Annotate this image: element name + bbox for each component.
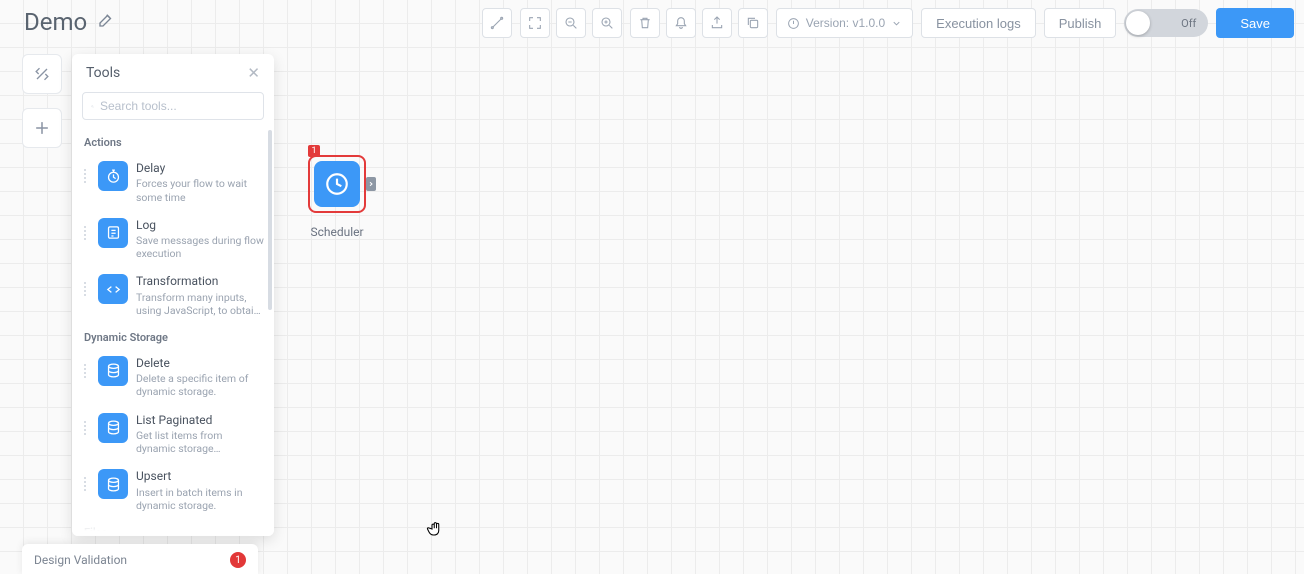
export-button[interactable]: [702, 8, 732, 38]
delete-button[interactable]: [630, 8, 660, 38]
tool-name: Delay: [136, 161, 264, 175]
version-label: Version: v1.0.0: [806, 16, 885, 30]
add-rail-button[interactable]: [22, 108, 62, 148]
save-button[interactable]: Save: [1216, 8, 1294, 38]
tool-desc: Get list items from dynamic storage pagi…: [136, 429, 264, 455]
drag-handle-icon[interactable]: [84, 274, 90, 296]
toolbar-group-zoom: [520, 8, 622, 38]
edit-title-icon[interactable]: [97, 11, 115, 33]
database-icon: [98, 469, 128, 499]
grab-cursor-icon: [426, 520, 444, 542]
tool-desc: Transform many inputs, using JavaScript,…: [136, 291, 264, 317]
publish-button[interactable]: Publish: [1044, 8, 1117, 38]
toggle-label: Off: [1181, 17, 1196, 30]
tools-rail-button[interactable]: [22, 54, 62, 94]
search-input[interactable]: [100, 99, 255, 113]
section-actions: Actions: [82, 130, 266, 155]
drag-handle-icon[interactable]: [84, 161, 90, 183]
notifications-button[interactable]: [666, 8, 696, 38]
database-icon: [98, 413, 128, 443]
tool-desc: Save messages during flow execution: [136, 234, 264, 260]
tool-desc: Forces your flow to wait some time: [136, 177, 264, 203]
list-fade: [72, 510, 274, 536]
tool-item-delete[interactable]: Delete Delete a specific item of dynamic…: [82, 350, 266, 407]
scrollbar-thumb[interactable]: [268, 130, 272, 310]
canvas-node-scheduler[interactable]: 1 Scheduler: [308, 155, 366, 239]
tools-panel-title: Tools: [86, 65, 120, 81]
code-icon: [98, 274, 128, 304]
title-bar: Demo: [24, 8, 115, 36]
tool-name: Upsert: [136, 469, 264, 483]
tools-panel: Tools ✕ Actions Delay Forces your flow t…: [72, 54, 274, 536]
tool-desc: Insert in batch items in dynamic storage…: [136, 486, 264, 512]
tool-item-log[interactable]: Log Save messages during flow execution: [82, 212, 266, 269]
drag-handle-icon[interactable]: [84, 413, 90, 435]
drag-handle-icon[interactable]: [84, 469, 90, 491]
tool-desc: Delete a specific item of dynamic storag…: [136, 372, 264, 398]
drag-handle-icon[interactable]: [84, 356, 90, 378]
node-output-port[interactable]: [366, 177, 376, 191]
validation-count-badge: 1: [230, 552, 246, 568]
tool-name: List Paginated: [136, 413, 264, 427]
search-icon: [91, 100, 94, 113]
design-validation-bar[interactable]: Design Validation 1: [22, 544, 258, 574]
node-label: Scheduler: [308, 225, 366, 239]
toggle-knob: [1126, 11, 1150, 35]
left-rail: [22, 54, 62, 148]
version-selector[interactable]: Version: v1.0.0: [776, 8, 913, 38]
tool-item-transformation[interactable]: Transformation Transform many inputs, us…: [82, 268, 266, 325]
connector-tool-button[interactable]: [482, 8, 512, 38]
drag-handle-icon[interactable]: [84, 218, 90, 240]
tool-name: Transformation: [136, 274, 264, 288]
chevron-down-icon: [891, 18, 902, 29]
tool-name: Log: [136, 218, 264, 232]
section-dynamic-storage: Dynamic Storage: [82, 325, 266, 350]
clock-icon: [98, 161, 128, 191]
top-toolbar: Version: v1.0.0 Execution logs Publish O…: [482, 8, 1294, 38]
zoom-in-button[interactable]: [592, 8, 622, 38]
fit-view-button[interactable]: [520, 8, 550, 38]
scheduler-icon: [314, 161, 360, 207]
database-icon: [98, 356, 128, 386]
close-icon[interactable]: ✕: [247, 64, 260, 82]
toolbar-group-edit: [482, 8, 512, 38]
toolbar-group-misc: [630, 8, 768, 38]
tool-name: Delete: [136, 356, 264, 370]
log-icon: [98, 218, 128, 248]
tools-list[interactable]: Actions Delay Forces your flow to wait s…: [72, 130, 274, 536]
flow-title: Demo: [24, 8, 87, 36]
execution-logs-button[interactable]: Execution logs: [921, 8, 1036, 38]
tool-item-list-paginated[interactable]: List Paginated Get list items from dynam…: [82, 407, 266, 464]
zoom-out-button[interactable]: [556, 8, 586, 38]
design-validation-label: Design Validation: [34, 553, 127, 567]
enable-toggle[interactable]: Off: [1124, 9, 1208, 37]
copy-button[interactable]: [738, 8, 768, 38]
tool-item-delay[interactable]: Delay Forces your flow to wait some time: [82, 155, 266, 212]
search-input-wrap[interactable]: [82, 92, 264, 120]
tools-panel-header: Tools ✕: [72, 54, 274, 88]
node-box[interactable]: [308, 155, 366, 213]
